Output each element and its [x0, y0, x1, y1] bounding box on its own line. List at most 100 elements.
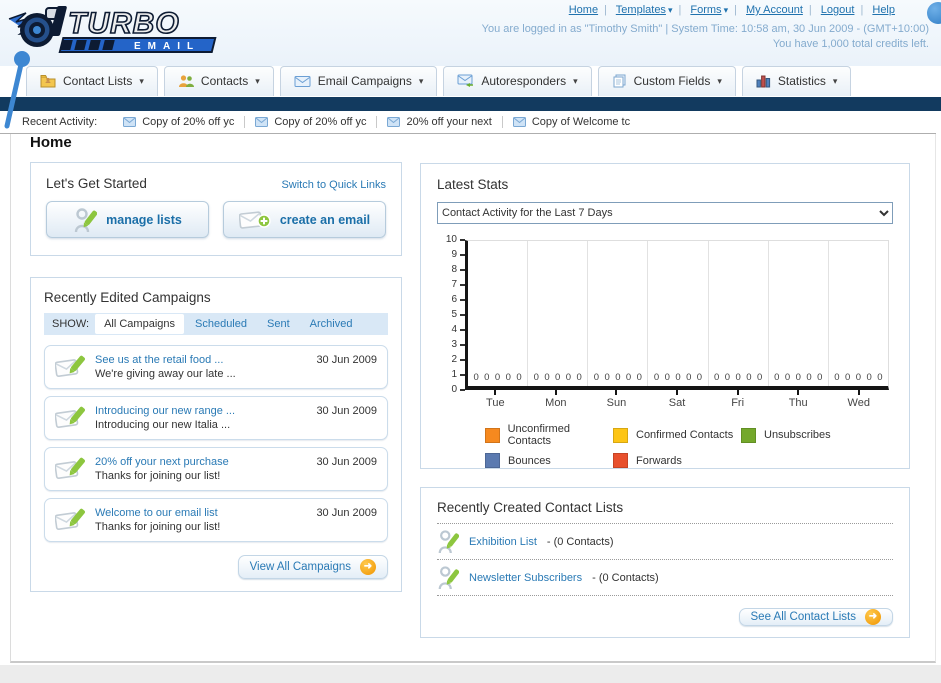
recent-activity-item[interactable]: Copy of 20% off yc — [113, 116, 246, 128]
arrow-icon: ➜ — [360, 559, 376, 575]
tab-contact-lists[interactable]: Contact Lists ▾ — [26, 66, 158, 96]
chart-x-labels: Tue Mon Sun Sat Fri Thu Wed — [465, 390, 889, 409]
data-value-label: 0 — [516, 372, 522, 383]
contacts-people-icon — [178, 75, 194, 87]
contact-lists-title: Recently Created Contact Lists — [437, 500, 893, 524]
data-value-label: 0 — [625, 372, 632, 383]
campaign-subtitle: We're giving away our late ... — [95, 368, 236, 380]
legend-swatch — [485, 453, 500, 468]
x-tick-mark — [615, 390, 618, 395]
data-value-label: 0 — [544, 372, 550, 383]
campaign-date: 30 Jun 2009 — [316, 507, 377, 519]
campaign-date: 30 Jun 2009 — [316, 456, 377, 468]
recently-created-contact-lists-panel: Recently Created Contact Lists Exhibitio… — [420, 487, 910, 638]
y-tick-label: 9 — [451, 249, 457, 260]
contact-list-name-link[interactable]: Newsletter Subscribers — [469, 572, 582, 584]
x-tick-label: Mon — [526, 390, 587, 409]
contact-activity-chart: 10 9 8 7 6 5 4 3 2 1 0 000000000000000000000000000… — [437, 234, 893, 468]
campaign-title-link[interactable]: See us at the retail food ... — [95, 353, 316, 367]
chart-plot: 00000000000000000000000000000000000 — [465, 240, 889, 390]
data-value-label: 0 — [636, 372, 642, 383]
x-tick-mark — [736, 390, 739, 395]
nav-home-link[interactable]: Home — [569, 4, 598, 16]
campaign-row[interactable]: Introducing our new range ... 30 Jun 200… — [44, 396, 388, 440]
y-tick-mark — [460, 389, 465, 391]
contact-list-row[interactable]: Newsletter Subscribers - (0 Contacts) — [437, 560, 893, 596]
nav-logout-link[interactable]: Logout — [821, 4, 855, 16]
campaign-title-link[interactable]: Welcome to our email list — [95, 506, 316, 520]
y-tick-label: 4 — [451, 324, 457, 335]
chart-values: 00000 — [709, 372, 768, 386]
campaign-row[interactable]: Welcome to our email list 30 Jun 2009 Th… — [44, 498, 388, 542]
campaign-row[interactable]: See us at the retail food ... 30 Jun 200… — [44, 345, 388, 389]
data-value-label: 0 — [653, 372, 660, 383]
campaigns-title: Recently Edited Campaigns — [44, 290, 211, 305]
campaign-filter[interactable]: Archived — [301, 314, 362, 334]
legend-label: Bounces — [508, 454, 551, 467]
chevron-down-icon: ▾ — [255, 75, 260, 86]
recently-edited-campaigns-panel: Recently Edited Campaigns SHOW: All Camp… — [30, 277, 402, 592]
y-tick-mark — [460, 269, 465, 271]
manage-lists-button[interactable]: manage lists — [46, 201, 209, 238]
navy-divider-bar — [0, 97, 941, 111]
data-value-label: 0 — [714, 372, 720, 383]
campaign-title-link[interactable]: 20% off your next purchase — [95, 455, 316, 469]
y-tick-mark — [460, 284, 465, 286]
recent-activity-item[interactable]: Copy of Welcome tc — [503, 116, 640, 128]
envelope-icon — [512, 117, 526, 127]
nav-help-link[interactable]: Help — [872, 4, 895, 16]
legend-item: Confirmed Contacts — [613, 423, 741, 447]
view-all-campaigns-button[interactable]: View All Campaigns ➜ — [237, 555, 388, 579]
recent-activity-item[interactable]: Copy of 20% off yc — [245, 116, 378, 128]
login-info: You are logged in as "Timothy Smith" | S… — [481, 23, 929, 35]
contact-list-name-link[interactable]: Exhibition List — [469, 536, 537, 548]
campaign-subtitle: Thanks for joining our list! — [95, 521, 221, 533]
person-pencil-icon — [74, 207, 98, 232]
x-tick-mark — [857, 390, 860, 395]
chevron-down-icon: ▾ — [832, 75, 838, 86]
legend-swatch — [741, 427, 756, 443]
recent-activity-bar: Recent Activity: Copy of 20% off yc Copy… — [0, 111, 936, 134]
data-value-label: 0 — [484, 372, 490, 383]
person-pencil-icon — [438, 566, 459, 590]
x-tick-label: Thu — [768, 390, 829, 409]
data-value-label: 0 — [845, 372, 851, 383]
create-an-email-button[interactable]: create an email — [223, 201, 386, 238]
chart-values: 00000 — [648, 372, 707, 386]
recent-activity-item[interactable]: 20% off your next — [377, 116, 503, 128]
data-value-label: 0 — [593, 372, 600, 383]
campaign-filter-bar: SHOW: All Campaigns Scheduled Sent Archi… — [44, 313, 388, 335]
chart-day-group: 00000 — [468, 241, 529, 386]
legend-swatch — [485, 427, 500, 443]
tab-statistics[interactable]: Statistics ▾ — [741, 66, 852, 96]
data-value-label: 0 — [756, 372, 763, 383]
switch-to-quick-links[interactable]: Switch to Quick Links — [281, 179, 386, 191]
campaign-title-link[interactable]: Introducing our new range ... — [95, 404, 316, 418]
main-tabs: Contact Lists ▾ Contacts ▾ Email Campaig… — [26, 66, 852, 96]
data-value-label: 0 — [565, 372, 572, 383]
chart-y-axis: 10 9 8 7 6 5 4 3 2 1 0 — [437, 234, 465, 395]
x-tick-label: Fri — [707, 390, 768, 409]
envelope-pencil-icon — [55, 508, 85, 530]
get-started-panel: Let's Get Started Switch to Quick Links … — [30, 162, 402, 256]
data-value-label: 0 — [784, 372, 791, 383]
envelope-icon — [294, 75, 311, 87]
campaign-filter[interactable]: All Campaigns — [95, 314, 184, 334]
campaign-filter[interactable]: Sent — [258, 314, 299, 334]
nav-forms-link[interactable]: Forms — [690, 4, 721, 16]
data-value-label: 0 — [774, 372, 780, 383]
campaign-date: 30 Jun 2009 — [316, 354, 377, 366]
data-value-label: 0 — [735, 372, 741, 383]
campaign-filter[interactable]: Scheduled — [186, 314, 256, 334]
nav-templates-link[interactable]: Templates — [616, 4, 666, 16]
tab-autoresponders[interactable]: Autoresponders ▾ — [443, 66, 592, 96]
stats-period-select[interactable]: Contact Activity for the Last 7 Days — [437, 202, 893, 224]
see-all-contact-lists-button[interactable]: See All Contact Lists ➜ — [738, 608, 893, 626]
campaign-row[interactable]: 20% off your next purchase 30 Jun 2009 T… — [44, 447, 388, 491]
contact-list-row[interactable]: Exhibition List - (0 Contacts) — [437, 524, 893, 560]
tab-email-campaigns[interactable]: Email Campaigns ▾ — [279, 66, 438, 96]
nav-my-account-link[interactable]: My Account — [746, 4, 803, 16]
tab-custom-fields[interactable]: Custom Fields ▾ — [597, 66, 736, 96]
data-value-label: 0 — [533, 372, 539, 383]
tab-contacts[interactable]: Contacts ▾ — [163, 66, 274, 96]
